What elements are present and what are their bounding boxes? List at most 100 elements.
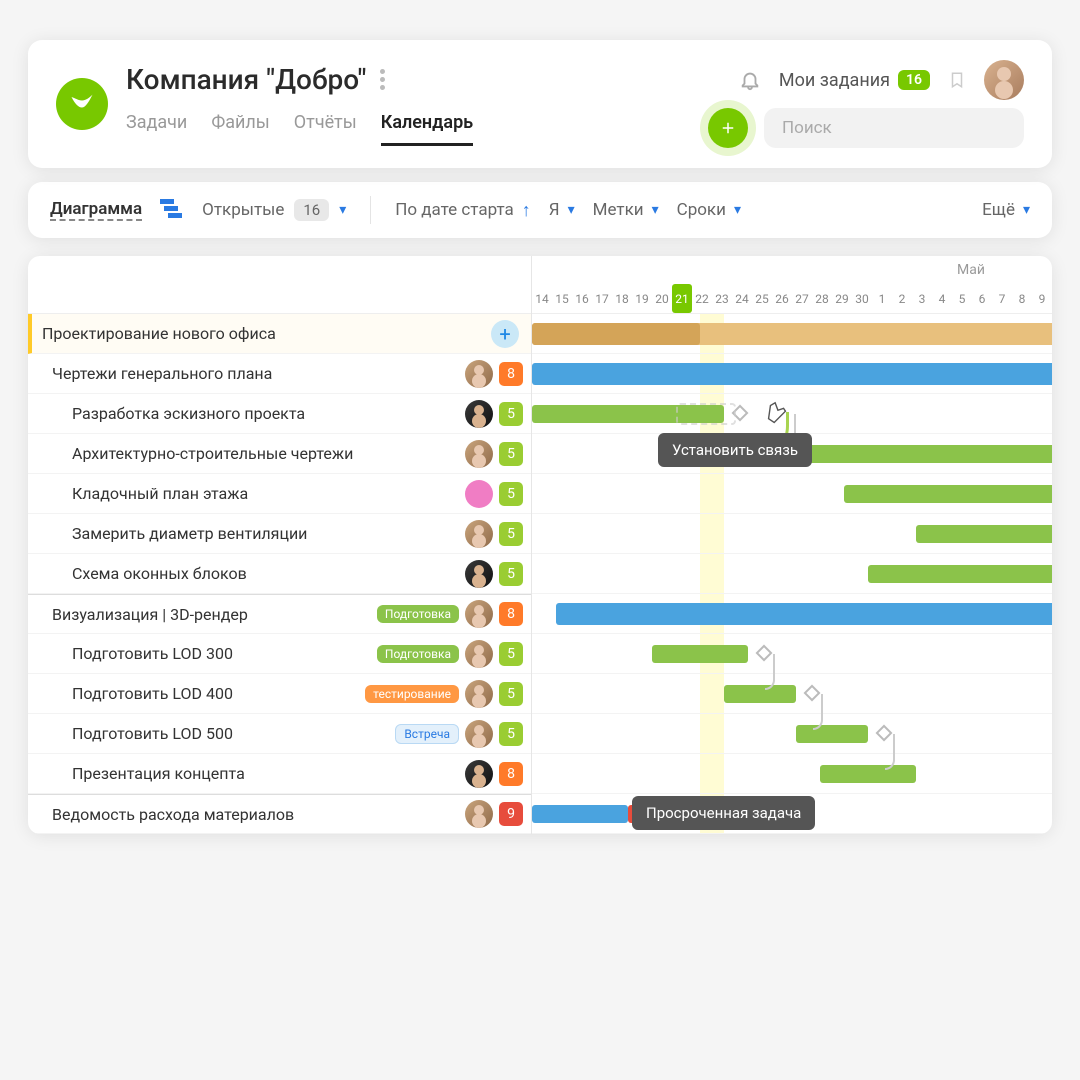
assignee-avatar[interactable] — [465, 800, 493, 828]
date-cell: 29 — [832, 284, 852, 313]
priority-badge: 8 — [499, 602, 523, 626]
add-button[interactable] — [708, 108, 748, 148]
gantt-bar[interactable] — [796, 725, 868, 743]
assignee-avatar[interactable] — [465, 760, 493, 788]
task-row[interactable]: Кладочный план этажа5 — [28, 474, 531, 514]
arrow-up-icon: ↑ — [522, 200, 531, 221]
task-row[interactable]: Проектирование нового офиса+ — [28, 314, 531, 354]
tooltip-link: Установить связь — [658, 433, 812, 467]
task-row[interactable]: Архитектурно-строительные чертежи 5 — [28, 434, 531, 474]
tab-reports[interactable]: Отчёты — [294, 112, 357, 146]
gantt-bar[interactable] — [532, 323, 700, 345]
gantt-bar[interactable] — [844, 485, 1052, 503]
timeline-row[interactable] — [532, 634, 1052, 674]
date-cell: 5 — [952, 284, 972, 313]
task-list: Проектирование нового офиса+Чертежи гене… — [28, 256, 532, 834]
task-name: Архитектурно-строительные чертежи — [38, 444, 459, 463]
my-tasks-link[interactable]: Мои задания 16 — [779, 70, 930, 91]
task-name: Визуализация | 3D-рендер — [38, 605, 369, 624]
timeline-row[interactable] — [532, 714, 1052, 754]
my-tasks-count: 16 — [898, 70, 930, 90]
task-row[interactable]: Ведомость расхода материалов9 — [28, 794, 531, 834]
date-scale: 1415161718192021222324252627282930123456… — [532, 284, 1052, 314]
task-row[interactable]: Подготовить LOD 400тестирование5 — [28, 674, 531, 714]
task-name: Замерить диаметр вентиляции — [38, 524, 459, 543]
tab-calendar[interactable]: Календарь — [381, 112, 473, 146]
timeline-row[interactable] — [532, 554, 1052, 594]
filter-tags[interactable]: Метки▾ — [593, 200, 659, 220]
task-name: Подготовить LOD 300 — [38, 644, 369, 663]
tab-files[interactable]: Файлы — [211, 112, 269, 146]
bookmark-icon[interactable] — [948, 68, 966, 92]
date-cell: 20 — [652, 284, 672, 313]
timeline-row[interactable] — [532, 514, 1052, 554]
assignee-avatar[interactable] — [465, 600, 493, 628]
date-cell: 16 — [572, 284, 592, 313]
task-row[interactable]: Разработка эскизного проекта5 — [28, 394, 531, 434]
task-row[interactable]: Замерить диаметр вентиляции5 — [28, 514, 531, 554]
timeline-row[interactable] — [532, 354, 1052, 394]
assignee-avatar[interactable] — [465, 680, 493, 708]
assignee-avatar[interactable] — [465, 520, 493, 548]
priority-badge: 9 — [499, 802, 523, 826]
timeline-row[interactable] — [532, 754, 1052, 794]
date-cell: 9 — [1032, 284, 1052, 313]
timeline[interactable]: Май 141516171819202122232425262728293012… — [532, 256, 1052, 834]
dependency-link[interactable] — [885, 734, 895, 770]
add-task-icon[interactable]: + — [491, 320, 519, 348]
dependency-link[interactable] — [765, 654, 775, 690]
cursor-icon — [762, 399, 792, 433]
date-cell: 1 — [872, 284, 892, 313]
task-name: Проектирование нового офиса — [42, 324, 491, 343]
sort-by[interactable]: По дате старта ↑ — [395, 200, 531, 221]
date-cell: 14 — [532, 284, 552, 313]
page-title: Компания "Добро" — [126, 63, 366, 96]
nav-tabs: Задачи Файлы Отчёты Календарь — [126, 112, 708, 146]
filter-deadlines[interactable]: Сроки▾ — [677, 200, 741, 220]
gantt-bar[interactable] — [556, 603, 1052, 625]
task-name: Презентация концепта — [38, 764, 459, 783]
task-row[interactable]: Схема оконных блоков5 — [28, 554, 531, 594]
task-row[interactable]: Визуализация | 3D-рендерПодготовка8 — [28, 594, 531, 634]
gantt-bar[interactable] — [532, 805, 628, 823]
assignee-avatar[interactable] — [465, 400, 493, 428]
timeline-row[interactable] — [532, 314, 1052, 354]
priority-badge: 5 — [499, 402, 523, 426]
filter-me[interactable]: Я▾ — [549, 200, 575, 220]
assignee-avatar[interactable] — [465, 720, 493, 748]
tab-tasks[interactable]: Задачи — [126, 112, 187, 146]
date-cell: 23 — [712, 284, 732, 313]
assignee-avatar[interactable] — [465, 440, 493, 468]
task-row[interactable]: Подготовить LOD 500Встреча5 — [28, 714, 531, 754]
task-row[interactable]: Чертежи генерального плана8 — [28, 354, 531, 394]
view-diagram[interactable]: Диаграмма — [50, 199, 142, 221]
task-row[interactable]: Подготовить LOD 300Подготовка5 — [28, 634, 531, 674]
more-icon[interactable] — [380, 69, 385, 90]
assignee-avatar[interactable] — [465, 360, 493, 388]
gantt-bar[interactable] — [652, 645, 748, 663]
task-row[interactable]: Презентация концепта8 — [28, 754, 531, 794]
search-input[interactable]: Поиск — [764, 108, 1024, 148]
priority-badge: 5 — [499, 442, 523, 466]
timeline-row[interactable] — [532, 474, 1052, 514]
timeline-row[interactable] — [532, 594, 1052, 634]
dependency-link[interactable] — [813, 694, 823, 730]
bell-icon[interactable] — [739, 69, 761, 91]
gantt-bar[interactable] — [916, 525, 1052, 543]
gantt-bar[interactable] — [796, 445, 1052, 463]
gantt-bar[interactable] — [724, 685, 796, 703]
filter-more[interactable]: Ещё▾ — [982, 200, 1030, 220]
gantt-bar[interactable] — [868, 565, 1052, 583]
timeline-row[interactable] — [532, 674, 1052, 714]
date-cell: 18 — [612, 284, 632, 313]
assignee-avatar[interactable] — [465, 480, 493, 508]
assignee-avatar[interactable] — [465, 560, 493, 588]
date-cell: 15 — [552, 284, 572, 313]
date-cell: 7 — [992, 284, 1012, 313]
gantt-bar[interactable] — [532, 363, 1052, 385]
filter-open[interactable]: Открытые 16 ▾ — [202, 199, 346, 221]
user-avatar[interactable] — [984, 60, 1024, 100]
gantt-bar[interactable] — [820, 765, 916, 783]
gantt-icon[interactable] — [160, 198, 184, 223]
assignee-avatar[interactable] — [465, 640, 493, 668]
